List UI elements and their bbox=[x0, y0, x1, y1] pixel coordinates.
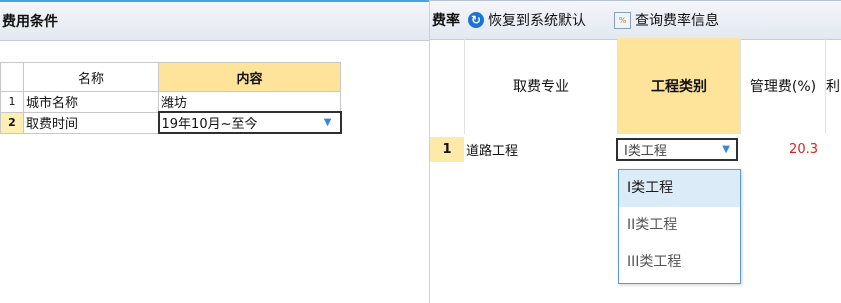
column-header-name[interactable]: 名称 bbox=[23, 62, 159, 92]
city-name-label[interactable]: 城市名称 bbox=[23, 91, 159, 113]
fee-conditions-panel: 费用条件 名称 内容 1 城市名称 潍坊 2 取费时间 19年10月~至今 ▼ bbox=[0, 0, 430, 303]
dropdown-option-class2[interactable]: II类工程 bbox=[619, 207, 740, 244]
table-row[interactable]: 1 道路工程 I类工程 ▼ 20.3 bbox=[430, 137, 820, 162]
row-number: 1 bbox=[430, 137, 464, 162]
city-name-value[interactable]: 潍坊 bbox=[158, 91, 341, 113]
category-value: I类工程 bbox=[624, 144, 667, 159]
fee-rate-panel: 费率 ↻ 恢复到系统默认 % 查询费率信息 取费专业 工程类别 管理费(%) 利… bbox=[430, 0, 841, 303]
query-rate-label: 查询费率信息 bbox=[635, 13, 719, 29]
fee-conditions-title: 费用条件 bbox=[2, 14, 58, 30]
fee-rate-title: 费率 bbox=[432, 13, 460, 29]
table-header-row: 名称 内容 bbox=[0, 62, 341, 92]
row-number-header bbox=[0, 62, 24, 92]
dropdown-option-class3[interactable]: III类工程 bbox=[619, 244, 740, 281]
fee-time-value: 19年10月~至今 bbox=[161, 117, 258, 132]
fee-time-select[interactable]: 19年10月~至今 ▼ bbox=[157, 111, 342, 134]
row-number-header bbox=[430, 38, 465, 134]
query-icon: % bbox=[614, 11, 631, 29]
chevron-down-icon[interactable]: ▼ bbox=[722, 144, 730, 155]
fee-rate-header: 费率 ↻ 恢复到系统默认 % 查询费率信息 bbox=[430, 0, 841, 40]
column-header-major[interactable]: 取费专业 bbox=[465, 38, 618, 134]
row-number-active: 2 bbox=[0, 111, 24, 134]
row-number: 1 bbox=[0, 91, 24, 113]
table-row[interactable]: 1 城市名称 潍坊 bbox=[0, 91, 341, 113]
table-row[interactable]: 2 取费时间 19年10月~至今 ▼ bbox=[0, 111, 342, 134]
category-dropdown[interactable]: I类工程 II类工程 III类工程 bbox=[618, 169, 741, 284]
restore-default-label: 恢复到系统默认 bbox=[488, 13, 586, 29]
restore-default-button[interactable]: ↻ 恢复到系统默认 bbox=[468, 10, 586, 30]
major-cell[interactable]: 道路工程 bbox=[464, 140, 616, 159]
mgmt-fee-cell[interactable]: 20.3 bbox=[738, 142, 820, 157]
column-header-profit[interactable]: 利 bbox=[826, 38, 841, 134]
column-header-mgmt-fee[interactable]: 管理费(%) bbox=[741, 38, 826, 134]
column-header-category[interactable]: 工程类别 bbox=[618, 38, 741, 134]
query-rate-button[interactable]: % 查询费率信息 bbox=[614, 10, 719, 30]
category-select[interactable]: I类工程 ▼ bbox=[616, 138, 738, 161]
column-header-content[interactable]: 内容 bbox=[158, 62, 341, 92]
restore-icon: ↻ bbox=[468, 12, 484, 28]
dropdown-option-class1[interactable]: I类工程 bbox=[619, 170, 740, 207]
fee-rate-column-headers: 取费专业 工程类别 管理费(%) 利 bbox=[430, 38, 841, 134]
fee-time-label[interactable]: 取费时间 bbox=[23, 111, 159, 134]
fee-conditions-table: 名称 内容 1 城市名称 潍坊 2 取费时间 19年10月~至今 ▼ bbox=[0, 62, 342, 134]
chevron-down-icon[interactable]: ▼ bbox=[324, 117, 332, 128]
fee-conditions-header: 费用条件 bbox=[0, 0, 429, 41]
